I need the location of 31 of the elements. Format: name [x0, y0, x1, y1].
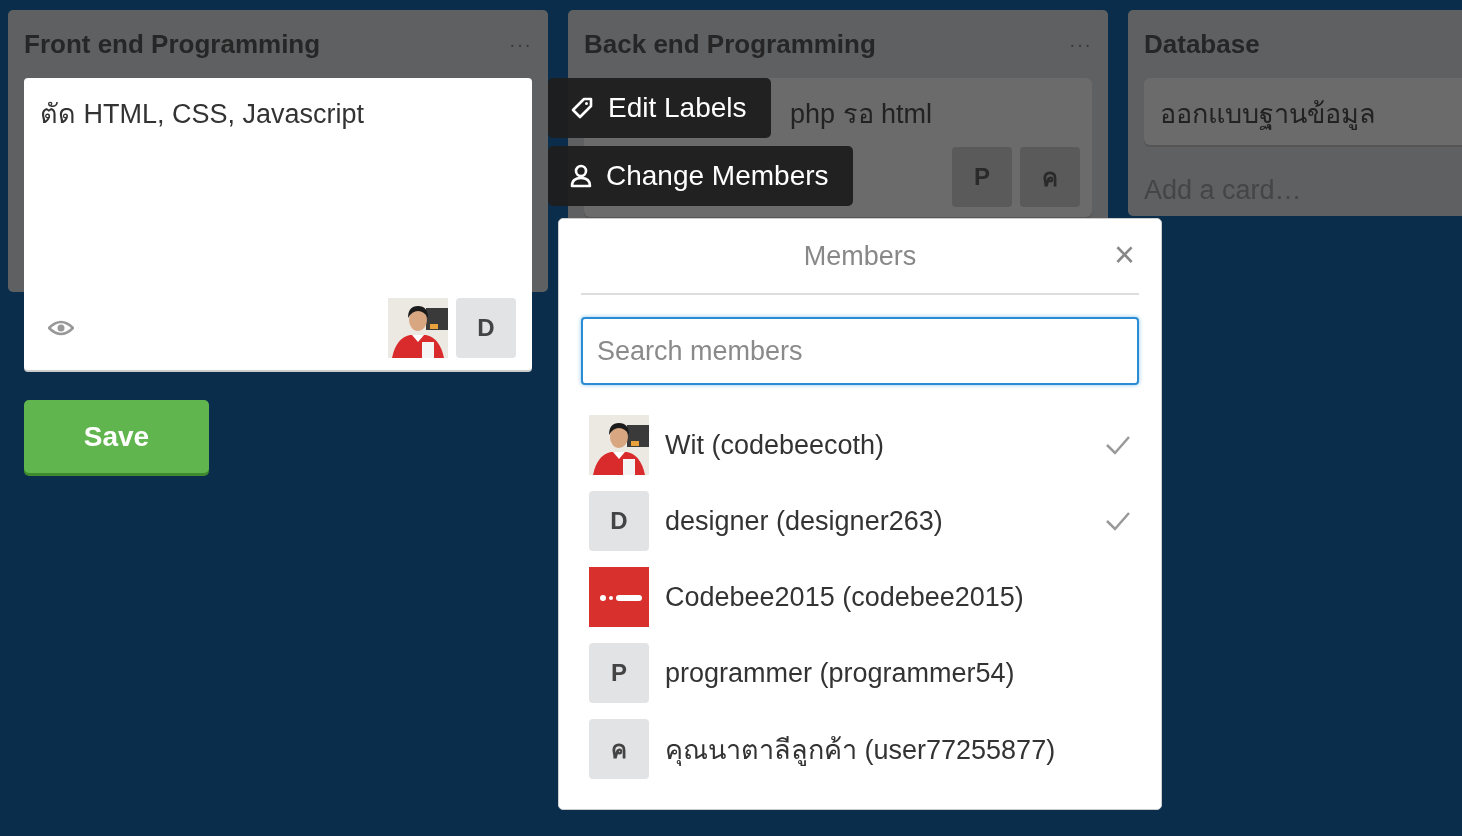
member-name: Codebee2015 (codebee2015): [665, 581, 1025, 613]
member-item[interactable]: P programmer (programmer54): [581, 643, 1139, 703]
logo-icon: [589, 567, 649, 627]
member-avatar: D: [456, 298, 516, 358]
check-icon: [1105, 511, 1131, 531]
member-name: designer (designer263): [665, 505, 944, 537]
search-field[interactable]: Search members: [581, 317, 1139, 385]
tag-icon: [570, 96, 594, 120]
check-icon: [1105, 435, 1131, 455]
popover-title: Members: [803, 240, 917, 272]
member-name: programmer (programmer54): [665, 657, 1016, 689]
member-item[interactable]: Codebee2015 (codebee2015): [581, 567, 1139, 627]
member-avatar: D: [589, 491, 649, 551]
member-item[interactable]: Wit (codebeecoth): [581, 415, 1139, 475]
list-title: Front end Programming: [24, 28, 321, 60]
edit-labels-button[interactable]: Edit Labels: [548, 78, 771, 138]
member-item[interactable]: D designer (designer263): [581, 491, 1139, 551]
card-title: ออกแบบฐานข้อมูล: [1160, 98, 1376, 132]
list-title: Back end Programming: [584, 28, 876, 60]
member-item[interactable]: ค คุณนาตาลีลูกค้า (user77255877): [581, 719, 1139, 779]
close-button[interactable]: ×: [1113, 237, 1135, 273]
change-members-button[interactable]: Change Members: [548, 146, 853, 206]
member-name: คุณนาตาลีลูกค้า (user77255877): [665, 733, 1057, 768]
card-title: php รอ html: [790, 98, 933, 131]
member-name: Wit (codebeecoth): [665, 429, 886, 461]
card-editor[interactable]: ตัด HTML, CSS, Javascript D: [24, 78, 532, 370]
card-text: ตัด HTML, CSS, Javascript: [40, 98, 366, 131]
list-title: Database: [1144, 28, 1260, 60]
person-icon: [570, 164, 592, 188]
member-avatar: ค: [589, 719, 649, 779]
member-avatar: P: [589, 643, 649, 703]
